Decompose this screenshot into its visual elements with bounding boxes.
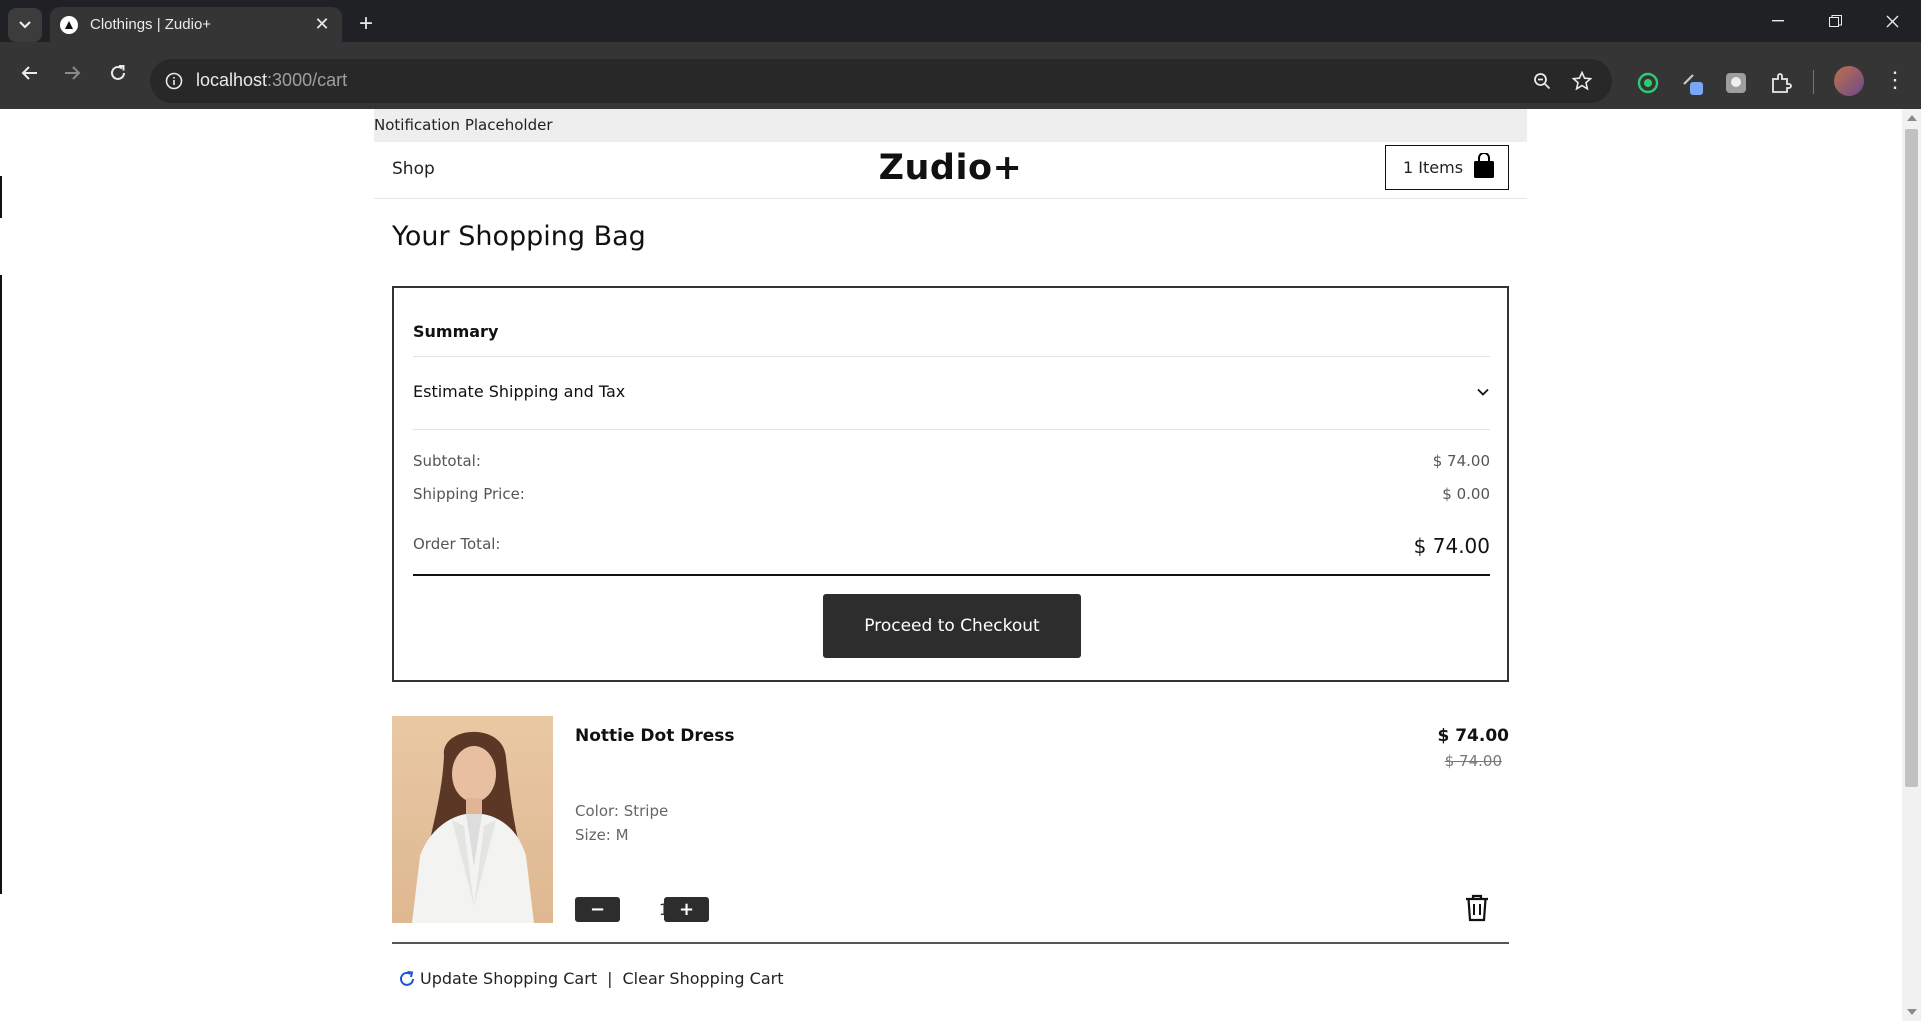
favicon-icon (60, 15, 78, 34)
scroll-down-arrow-icon[interactable] (1907, 1009, 1917, 1015)
order-summary: Summary Estimate Shipping and Tax Subtot… (392, 286, 1509, 682)
cart-item: Nottie Dot Dress $ 74.00 $ 74.00 Color: … (392, 716, 1509, 944)
nav-shop-link[interactable]: Shop (392, 159, 435, 179)
product-size: Size: M (575, 826, 629, 844)
order-total-label: Order Total: (413, 535, 501, 553)
site-logo[interactable]: Zudio+ (374, 148, 1527, 188)
clear-cart-link[interactable]: Clear Shopping Cart (622, 969, 783, 988)
close-icon[interactable]: ✕ (312, 14, 332, 35)
product-original-price: $ 74.00 (1444, 752, 1502, 770)
new-tab-icon[interactable]: + (352, 10, 380, 38)
page-container: Notification Placeholder Zudio+ Shop 1 I… (374, 109, 1527, 1021)
left-edge-mark (0, 275, 2, 894)
window-close-icon[interactable] (1863, 0, 1921, 42)
back-icon[interactable] (14, 58, 44, 88)
browser-tab[interactable]: Clothings | Zudio+ ✕ (50, 7, 342, 42)
toolbar-divider (1813, 70, 1814, 94)
reload-icon[interactable] (103, 58, 133, 88)
page-title: Your Shopping Bag (392, 221, 646, 252)
subtotal-label: Subtotal: (413, 452, 481, 470)
tab-search-icon[interactable] (8, 8, 42, 42)
extensions-icon[interactable] (1768, 70, 1794, 96)
action-separator: | (607, 969, 613, 988)
order-total-value: $ 74.00 (1413, 534, 1490, 558)
forward-icon[interactable] (58, 58, 88, 88)
estimate-label: Estimate Shipping and Tax (413, 381, 626, 401)
divider (413, 356, 1490, 357)
tab-title: Clothings | Zudio+ (90, 16, 212, 33)
trash-icon[interactable] (1464, 894, 1490, 922)
left-edge-mark (0, 176, 2, 218)
vertical-scrollbar[interactable] (1902, 109, 1921, 1021)
shipping-value: $ 0.00 (1442, 485, 1490, 503)
page-viewport: Notification Placeholder Zudio+ Shop 1 I… (0, 109, 1902, 1021)
shipping-label: Shipping Price: (413, 485, 525, 503)
extension-pen-icon[interactable] (1680, 70, 1706, 96)
product-color: Color: Stripe (575, 802, 669, 820)
browser-tabstrip: Clothings | Zudio+ ✕ + (0, 0, 1921, 42)
order-total-row: Order Total: $ 74.00 (413, 532, 1490, 576)
summary-title: Summary (413, 322, 499, 341)
site-header: Zudio+ Shop 1 Items (374, 142, 1527, 199)
menu-icon[interactable]: ⋮ (1883, 69, 1907, 94)
product-price: $ 74.00 (1437, 726, 1509, 746)
update-cart-link[interactable]: Update Shopping Cart (420, 969, 597, 988)
cart-count-label: 1 Items (1403, 158, 1464, 177)
extension-green-icon[interactable] (1635, 70, 1661, 96)
minimize-icon[interactable] (1749, 0, 1807, 42)
star-icon[interactable] (1570, 69, 1594, 93)
address-bar[interactable]: localhost:3000/cart (150, 59, 1612, 103)
divider (413, 429, 1490, 430)
url-text: localhost:3000/cart (196, 70, 348, 90)
cart-button[interactable]: 1 Items (1385, 145, 1509, 190)
product-image[interactable] (392, 716, 553, 923)
decrement-button[interactable]: − (575, 897, 620, 922)
maximize-icon[interactable] (1806, 0, 1864, 42)
shipping-row: Shipping Price: $ 0.00 (413, 485, 1490, 503)
plus-icon: + (678, 899, 695, 920)
notification-bar: Notification Placeholder (374, 109, 1527, 142)
extension-hand-icon[interactable] (1723, 70, 1749, 96)
estimate-shipping-toggle[interactable]: Estimate Shipping and Tax (413, 373, 1490, 409)
scroll-up-arrow-icon[interactable] (1907, 115, 1917, 121)
subtotal-value: $ 74.00 (1432, 452, 1490, 470)
product-name[interactable]: Nottie Dot Dress (575, 726, 735, 746)
browser-toolbar: localhost:3000/cart ⋮ (0, 42, 1921, 109)
shopping-bag-icon (1473, 151, 1495, 183)
info-icon[interactable] (162, 69, 186, 93)
cart-actions: Update Shopping Cart | Clear Shopping Ca… (398, 969, 783, 988)
increment-button[interactable]: + (664, 897, 709, 922)
zoom-icon[interactable] (1530, 69, 1554, 93)
proceed-to-checkout-button[interactable]: Proceed to Checkout (823, 594, 1081, 658)
subtotal-row: Subtotal: $ 74.00 (413, 452, 1490, 470)
profile-avatar[interactable] (1834, 66, 1864, 96)
refresh-icon (398, 970, 416, 988)
chevron-down-icon (1476, 382, 1490, 401)
minus-icon: − (589, 899, 606, 920)
scroll-thumb[interactable] (1905, 129, 1918, 787)
